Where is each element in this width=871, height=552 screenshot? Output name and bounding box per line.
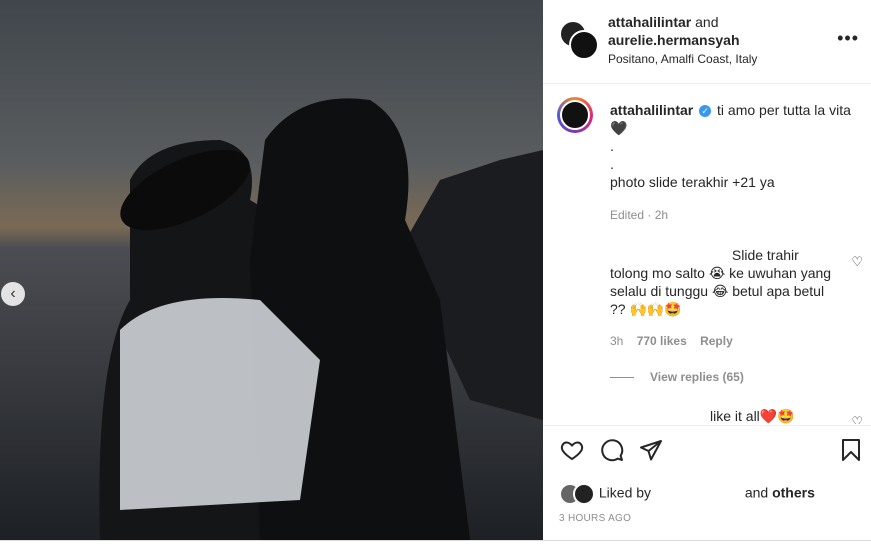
like-icon[interactable] <box>559 438 585 462</box>
post-timestamp[interactable]: 3 HOURS AGO <box>559 513 631 524</box>
caption-dot: . <box>610 138 614 154</box>
post-side-panel: attahalilintar and aurelie.hermansyah Po… <box>543 0 871 540</box>
avatar <box>573 483 595 505</box>
comment: Slide trahir tolong mo salto 😭 ke uwuhan… <box>610 246 838 318</box>
comment-text: tolong mo salto 😭 ke uwuhan yang selalu … <box>610 265 832 317</box>
previous-slide-button[interactable]: ‹ <box>1 282 25 306</box>
like-comment-button[interactable]: ♡ <box>851 254 863 270</box>
header-user-line: attahalilintar and <box>608 14 719 30</box>
others-link[interactable]: others <box>772 485 815 501</box>
more-options-button[interactable]: ••• <box>837 28 859 49</box>
caption: attahalilintar ✓ ti amo per tutta la vit… <box>610 101 860 191</box>
comment-likes[interactable]: 770 likes <box>637 334 687 348</box>
heart-icon: ♡ <box>851 254 863 269</box>
post-header: attahalilintar and aurelie.hermansyah Po… <box>543 0 871 84</box>
post-actions <box>543 425 871 482</box>
heart-icon: ♡ <box>851 414 863 424</box>
liked-by: Liked by and others <box>559 483 815 505</box>
comment: like it all❤️🤩 <box>710 408 795 424</box>
caption-dot: . <box>610 156 614 172</box>
chevron-left-icon: ‹ <box>10 285 16 302</box>
verified-icon: ✓ <box>699 105 712 118</box>
caption-text: ti amo per tutta la vita <box>717 102 851 118</box>
collab-avatars[interactable] <box>559 20 601 62</box>
view-replies-button[interactable]: View replies (65) <box>610 370 744 384</box>
caption-heart: 🖤 <box>610 120 628 136</box>
redacted-username <box>610 250 728 260</box>
liked-by-and: and <box>744 484 769 501</box>
like-comment-button[interactable]: ♡ <box>851 414 863 424</box>
comment-text: Slide trahir <box>731 247 799 263</box>
and-text: and <box>695 14 719 30</box>
username-link[interactable]: aurelie.hermansyah <box>608 32 740 48</box>
share-icon[interactable] <box>639 438 663 462</box>
location-link[interactable]: Positano, Amalfi Coast, Italy <box>608 52 757 66</box>
caption-username[interactable]: attahalilintar <box>610 102 693 118</box>
comments-area[interactable]: attahalilintar ✓ ti amo per tutta la vit… <box>543 84 871 424</box>
view-replies-label: View replies (65) <box>650 370 744 384</box>
caption-text: photo slide terakhir +21 ya <box>610 174 775 190</box>
divider <box>0 540 871 552</box>
save-icon[interactable] <box>841 438 861 462</box>
comment-time: 3h <box>610 334 624 348</box>
ellipsis-icon: ••• <box>837 28 859 48</box>
reply-button[interactable]: Reply <box>700 334 733 348</box>
caption-avatar[interactable] <box>557 97 593 133</box>
post-photo[interactable]: ‹ <box>0 0 543 540</box>
edited-label: Edited · 2h <box>610 208 669 222</box>
comment-meta: 3h 770 likes Reply <box>610 334 743 348</box>
comment-icon[interactable] <box>599 438 625 462</box>
liked-by-prefix: Liked by <box>598 484 652 501</box>
username-link[interactable]: attahalilintar <box>608 14 691 30</box>
photo-scene <box>0 0 543 540</box>
avatar <box>569 30 599 60</box>
